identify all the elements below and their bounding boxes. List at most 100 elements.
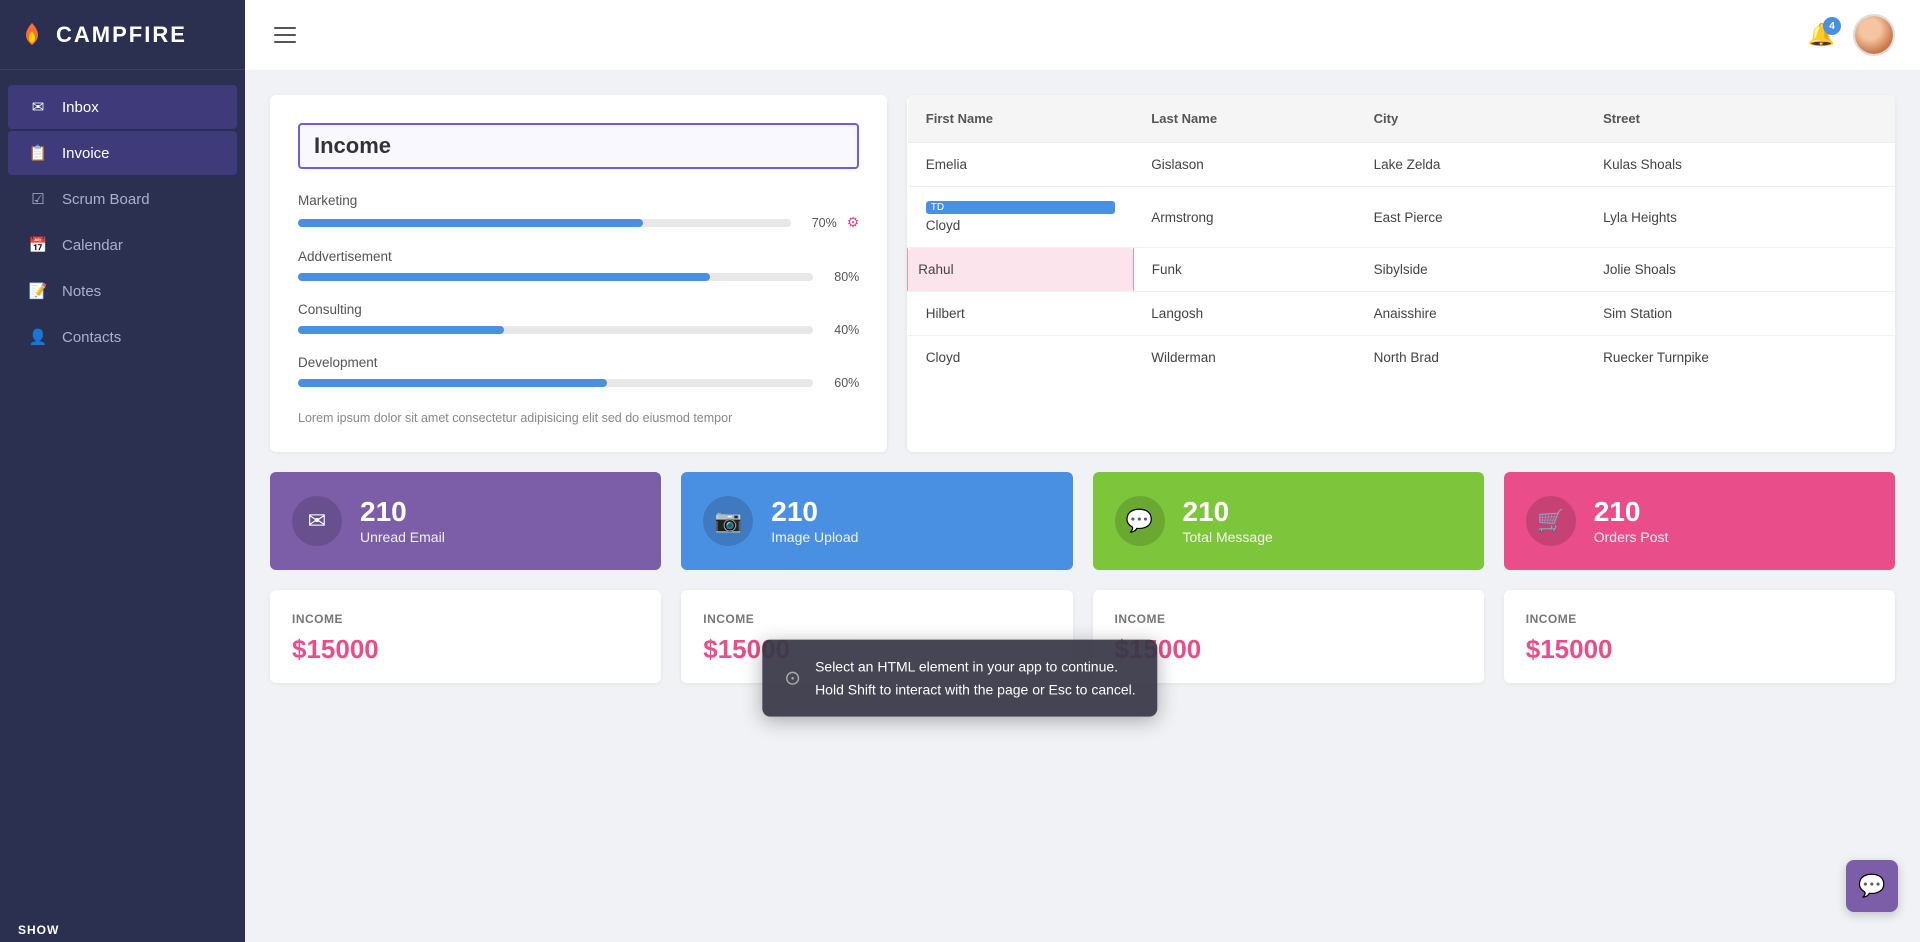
widget-value: $15000 [1526, 634, 1873, 665]
td-badge: TD [926, 201, 1116, 214]
data-table: First Name Last Name City Street Emelia … [907, 95, 1895, 379]
table-row: Cloyd Wilderman North Brad Ruecker Turnp… [908, 336, 1895, 380]
email-icon: ✉ [292, 496, 342, 546]
sidebar-item-invoice[interactable]: 📋 Invoice [8, 131, 237, 175]
sidebar-item-notes[interactable]: 📝 Notes [8, 269, 237, 313]
widget-label: INCOME [703, 612, 1050, 626]
sidebar-item-calendar[interactable]: 📅 Calendar [8, 223, 237, 267]
table-body: Emelia Gislason Lake Zelda Kulas Shoals … [908, 143, 1895, 380]
progress-marketing: Marketing 70% ⚙ [298, 193, 859, 231]
camera-icon: 📷 [703, 496, 753, 546]
stat-number: 210 [1183, 497, 1273, 528]
progress-label: Addvertisement [298, 249, 859, 264]
main-wrapper: 🔔 4 Marketing 70% [245, 0, 1920, 942]
sidebar-item-label: Inbox [62, 99, 99, 116]
progress-bar-bg [298, 219, 791, 227]
topbar-right: 🔔 4 [1808, 14, 1895, 56]
topbar: 🔔 4 [245, 0, 1920, 70]
progress-pct: 60% [823, 376, 859, 390]
cell-street: Kulas Shoals [1585, 143, 1895, 187]
widget-label: INCOME [1526, 612, 1873, 626]
col-city: City [1356, 95, 1585, 143]
app-title: CAMPFIRE [56, 22, 187, 48]
progress-pct: 40% [823, 323, 859, 337]
flame-icon [18, 21, 46, 49]
calendar-icon: 📅 [28, 235, 48, 255]
table-card: First Name Last Name City Street Emelia … [907, 95, 1895, 452]
sidebar-item-label: Invoice [62, 145, 110, 162]
progress-bar-fill [298, 379, 607, 387]
show-button[interactable]: SHOW [0, 918, 77, 942]
sidebar-nav: ✉ Inbox 📋 Invoice ☑ Scrum Board 📅 Calend… [0, 70, 245, 374]
income-title-input[interactable] [298, 123, 859, 169]
progress-bar-fill [298, 273, 710, 281]
col-first-name: First Name [908, 95, 1134, 143]
progress-pct: 80% [823, 270, 859, 284]
sidebar-item-label: Notes [62, 283, 101, 300]
stat-card-message[interactable]: 💬 210 Total Message [1093, 472, 1484, 570]
widget-value: $15000 [1115, 634, 1462, 665]
progress-bar-bg [298, 273, 813, 281]
chat-fab-button[interactable]: 💬 [1846, 860, 1898, 912]
hamburger-line [274, 34, 296, 36]
stat-label: Unread Email [360, 529, 445, 545]
income-description: Lorem ipsum dolor sit amet consectetur a… [298, 408, 859, 428]
content-area: Marketing 70% ⚙ Addvertisement [245, 70, 1920, 942]
income-widget-4: INCOME $15000 [1504, 590, 1895, 683]
widget-label: INCOME [1115, 612, 1462, 626]
progress-bar-bg [298, 326, 813, 334]
progress-bar-bg [298, 379, 813, 387]
bell-button[interactable]: 🔔 4 [1808, 22, 1835, 48]
table-row: Emelia Gislason Lake Zelda Kulas Shoals [908, 143, 1895, 187]
sidebar-item-inbox[interactable]: ✉ Inbox [8, 85, 237, 129]
cell-street: Lyla Heights [1585, 187, 1895, 248]
stat-label: Image Upload [771, 529, 858, 545]
progress-advertisement: Addvertisement 80% [298, 249, 859, 284]
scrum-icon: ☑ [28, 189, 48, 209]
cell-street: Sim Station [1585, 292, 1895, 336]
avatar[interactable] [1853, 14, 1895, 56]
cell-last: Langosh [1133, 292, 1355, 336]
progress-label: Development [298, 355, 859, 370]
stat-card-email[interactable]: ✉ 210 Unread Email [270, 472, 661, 570]
stat-card-upload[interactable]: 📷 210 Image Upload [681, 472, 1072, 570]
gear-icon[interactable]: ⚙ [847, 214, 860, 231]
cell-city: East Pierce [1356, 187, 1585, 248]
col-last-name: Last Name [1133, 95, 1355, 143]
sidebar-item-label: Scrum Board [62, 191, 150, 208]
tooltip-text: Select an HTML element in your app to co… [815, 656, 1136, 701]
notification-badge: 4 [1823, 17, 1841, 35]
progress-label: Marketing [298, 193, 859, 208]
notes-icon: 📝 [28, 281, 48, 301]
hamburger-line [274, 27, 296, 29]
stat-number: 210 [1594, 497, 1669, 528]
stat-number: 210 [360, 497, 445, 528]
cell-first-highlighted: Rahul [908, 248, 1134, 292]
sidebar-item-contacts[interactable]: 👤 Contacts [8, 315, 237, 359]
progress-label: Consulting [298, 302, 859, 317]
widget-value: $15000 [292, 634, 639, 665]
stat-card-orders[interactable]: 🛒 210 Orders Post [1504, 472, 1895, 570]
menu-button[interactable] [270, 23, 300, 47]
progress-bar-fill [298, 219, 643, 227]
stat-row: ✉ 210 Unread Email 📷 210 Image Upload 💬 … [270, 472, 1895, 570]
sidebar-logo: CAMPFIRE [0, 0, 245, 70]
cell-last: Wilderman [1133, 336, 1355, 380]
progress-consulting: Consulting 40% [298, 302, 859, 337]
message-icon: 💬 [1115, 496, 1165, 546]
table-row-highlighted: Rahul Funk Sibylside Jolie Shoals [908, 248, 1895, 292]
tooltip-line2: Hold Shift to interact with the page or … [815, 678, 1136, 700]
cell-first: Emelia [908, 143, 1134, 187]
cell-first: Hilbert [908, 292, 1134, 336]
invoice-icon: 📋 [28, 143, 48, 163]
table-row: TD Cloyd Armstrong East Pierce Lyla Heig… [908, 187, 1895, 248]
progress-pct: 70% [801, 216, 837, 230]
cell-city: Sibylside [1356, 248, 1585, 292]
sidebar-item-scrum[interactable]: ☑ Scrum Board [8, 177, 237, 221]
contacts-icon: 👤 [28, 327, 48, 347]
cell-city: North Brad [1356, 336, 1585, 380]
table-row: Hilbert Langosh Anaisshire Sim Station [908, 292, 1895, 336]
tooltip-line1: Select an HTML element in your app to co… [815, 656, 1136, 678]
target-icon: ⊙ [784, 662, 801, 694]
stat-label: Orders Post [1594, 529, 1669, 545]
